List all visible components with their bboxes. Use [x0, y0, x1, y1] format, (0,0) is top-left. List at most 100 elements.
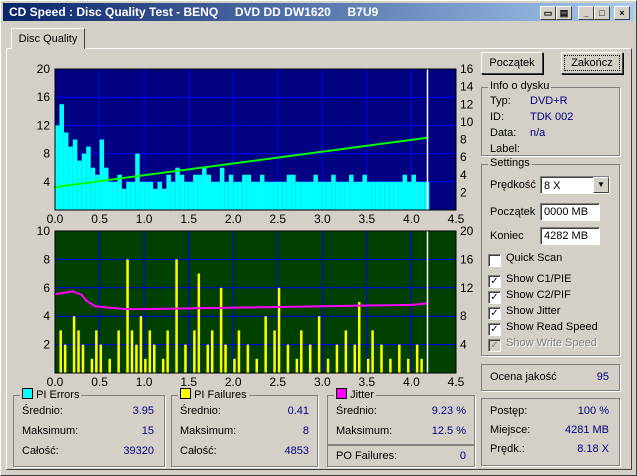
pi-error-bar — [308, 181, 314, 210]
pi-error-bar — [353, 181, 359, 210]
quality-value: 95 — [596, 371, 609, 383]
pi-error-bar — [188, 181, 194, 210]
show-c1-pie-checkbox[interactable]: ✓ — [488, 275, 501, 288]
speed-label: Prędkość — [490, 179, 536, 191]
pi-error-bar — [406, 181, 412, 210]
date-value: n/a — [530, 127, 546, 139]
show-read-speed-checkbox[interactable]: ✓ — [488, 323, 501, 336]
pi-failure-bar — [308, 344, 312, 373]
pi-error-bar — [246, 174, 252, 210]
pi-error-bar — [242, 174, 247, 210]
pi-error-bar — [300, 181, 305, 210]
y-left-tick-label: 6 — [43, 281, 50, 295]
pi-error-bar — [344, 181, 350, 210]
close-button[interactable]: × — [614, 6, 630, 20]
show-c1-pie-label: Show C1/PIE — [506, 273, 572, 285]
id-value: TDK 002 — [530, 111, 574, 123]
x-tick-label: 1.0 — [136, 375, 153, 389]
pi-errors-avg-value: 3.95 — [132, 405, 154, 417]
progress-label: Postęp: — [490, 405, 528, 417]
y-right-tick-label: 16 — [460, 252, 474, 266]
pi-failure-bar — [117, 330, 120, 373]
quick-scan-checkbox[interactable] — [488, 254, 501, 267]
x-tick-label: 0.5 — [91, 375, 108, 389]
pi-error-bar — [233, 181, 238, 210]
speed-select[interactable]: 8 X ▼ — [540, 176, 610, 194]
pi-error-bar — [264, 181, 269, 210]
pi-error-bar — [268, 181, 274, 210]
pi-error-bar — [389, 181, 394, 210]
pi-errors-group: PI Errors Średnio: 3.95 Maksimum: 15 Cał… — [13, 388, 165, 467]
pi-failures-group: PI Failures Średnio: 0.41 Maksimum: 8 Ca… — [171, 388, 318, 467]
pi-error-bar — [251, 181, 256, 210]
pi-failure-bar — [197, 273, 201, 373]
icon-button-2[interactable]: ▤ — [556, 6, 572, 20]
pi-failure-bar — [126, 259, 129, 373]
x-tick-label: 2.5 — [269, 375, 286, 389]
show-c2-pif-label: Show C2/PIF — [506, 289, 571, 301]
pi-failures-title-text: PI Failures — [194, 389, 247, 401]
po-failures-value: 0 — [459, 450, 466, 462]
pi-failures-total-value: 4853 — [284, 445, 309, 457]
restore-button[interactable]: □ — [594, 6, 610, 20]
pi-errors-title-text: PI Errors — [36, 389, 80, 401]
show-jitter-checkbox[interactable]: ✓ — [488, 307, 501, 320]
pi-failures-max-label: Maksimum: — [180, 425, 237, 437]
pi-error-bar — [398, 181, 403, 210]
pi-error-bar — [144, 181, 149, 210]
pi-failure-bar — [389, 358, 392, 373]
pi-error-bar — [420, 181, 425, 210]
pi-error-bar — [197, 174, 203, 210]
x-tick-label: 0.0 — [47, 375, 64, 389]
pi-failure-bar — [300, 330, 303, 373]
icon-button-1[interactable]: ▭ — [540, 6, 556, 20]
pi-failure-bar — [277, 287, 281, 373]
jitter-avg-value: 9.23 % — [431, 405, 466, 417]
jitter-point — [107, 306, 110, 309]
stop-button[interactable]: Zakończ — [561, 52, 623, 74]
pi-failure-bar — [148, 330, 152, 373]
pi-failure-bar — [153, 344, 156, 373]
po-failures-label: PO Failures: — [336, 450, 398, 462]
pi-error-bar — [161, 188, 167, 210]
pi-failure-bar — [255, 358, 258, 373]
pi-failure-bar — [406, 358, 410, 373]
pi-error-bar — [108, 181, 113, 210]
id-label: ID: — [490, 111, 505, 123]
pi-failure-bar — [193, 330, 196, 373]
pi-error-bar — [121, 188, 127, 210]
pi-error-bar — [215, 181, 220, 210]
pi-failure-bar — [286, 344, 290, 373]
show-write-speed-checkbox[interactable]: ✓ — [488, 339, 501, 352]
x-tick-label: 2.0 — [225, 375, 242, 389]
y-right-tick-label: 6 — [460, 150, 467, 164]
pi-error-bar — [228, 174, 234, 210]
pi-errors-max-value: 15 — [141, 425, 154, 437]
jitter-point — [93, 305, 97, 308]
pi-failure-bar — [246, 344, 250, 373]
minimize-button[interactable]: _ — [578, 6, 594, 20]
start-mb-field[interactable] — [540, 203, 600, 221]
current-speed-value: 8.18 X — [577, 443, 609, 455]
pi-error-bar — [255, 181, 261, 210]
show-write-speed-label: Show Write Speed — [506, 337, 597, 349]
chevron-down-icon[interactable]: ▼ — [593, 177, 609, 193]
end-mb-label: Koniec — [490, 230, 524, 242]
start-button[interactable]: Początek — [481, 52, 543, 74]
jitter-point — [410, 303, 413, 307]
show-c2-pif-checkbox[interactable]: ✓ — [488, 291, 501, 304]
pi-error-bar — [95, 174, 100, 210]
pi-failure-bar — [335, 344, 339, 373]
y-left-tick-label: 4 — [43, 175, 50, 189]
pi-error-bar — [384, 181, 390, 210]
jitter-point — [84, 299, 88, 302]
tab-disc-quality[interactable]: Disc Quality — [11, 28, 85, 49]
y-left-tick-label: 8 — [43, 252, 50, 266]
y-left-tick-label: 16 — [37, 90, 51, 104]
pi-error-bar — [326, 181, 332, 210]
y-right-tick-label: 10 — [460, 115, 474, 129]
pi-failures-max-value: 8 — [302, 425, 309, 437]
y-right-tick-label: 4 — [460, 338, 467, 352]
end-mb-field[interactable] — [540, 227, 600, 245]
jitter-title-text: Jitter — [350, 389, 374, 401]
